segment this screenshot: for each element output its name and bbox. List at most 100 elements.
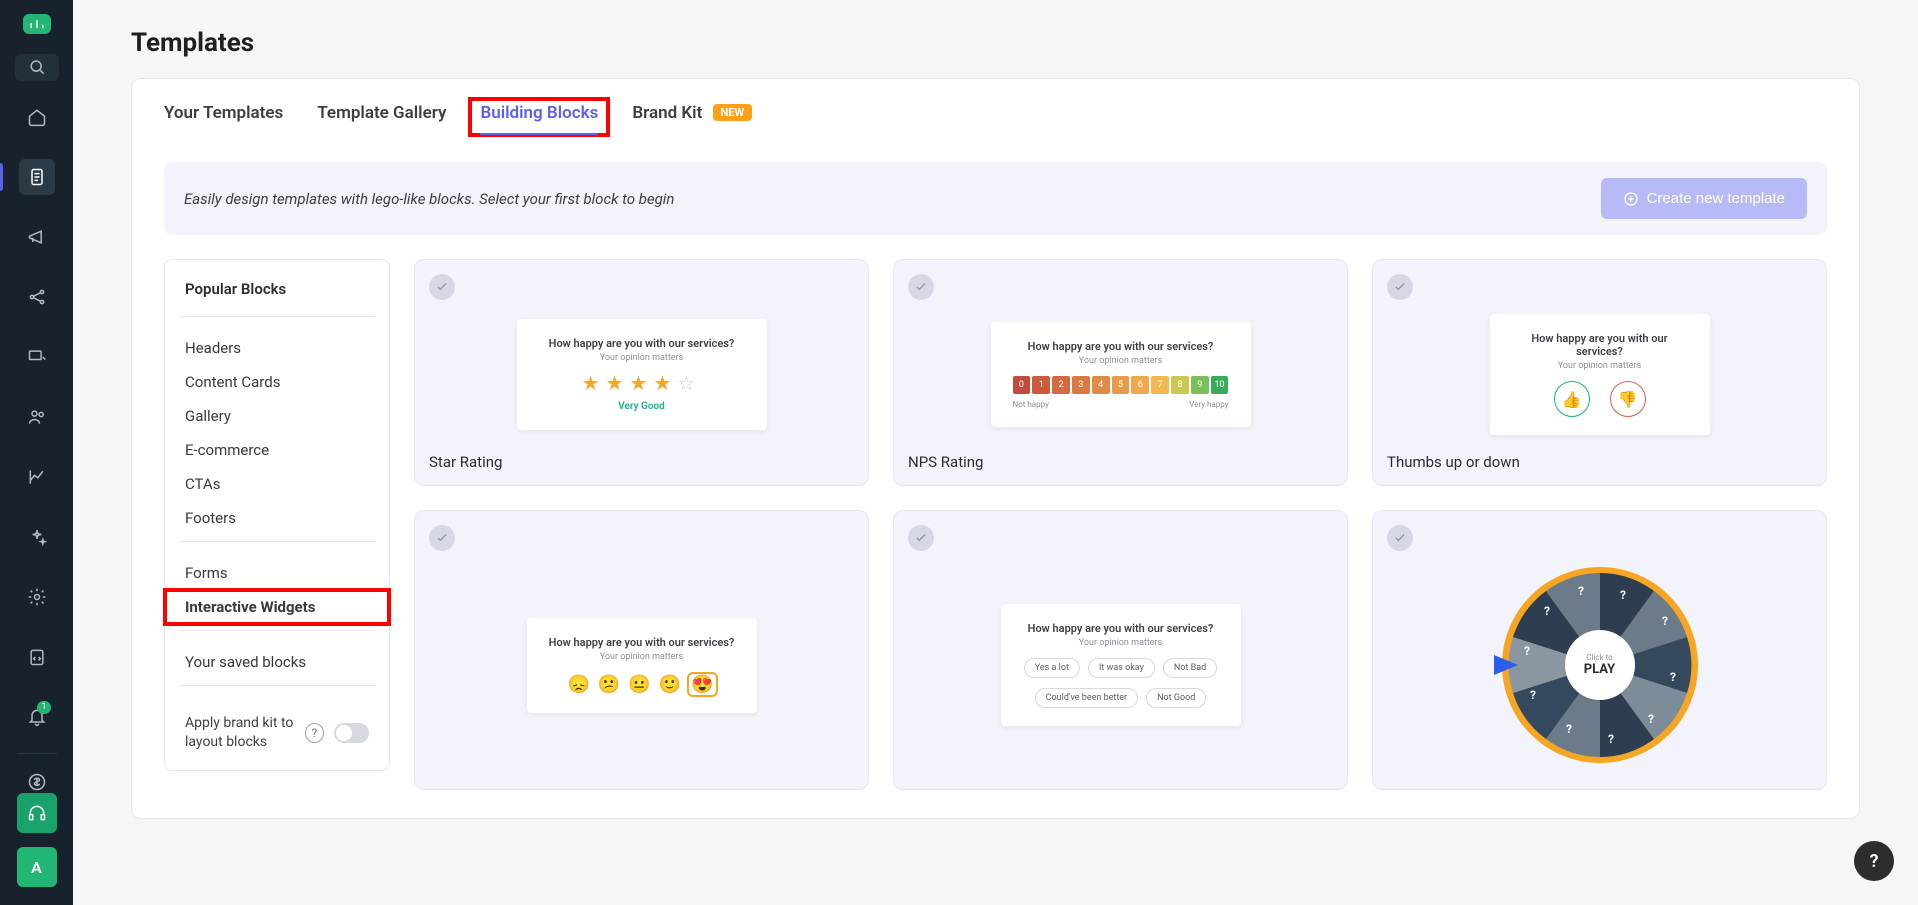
svg-text:?: ?: [1620, 588, 1626, 602]
cat-forms[interactable]: Forms: [165, 556, 389, 590]
nav-devices[interactable]: [19, 339, 55, 375]
block-thumbs[interactable]: How happy are you with our services? You…: [1372, 259, 1827, 486]
svg-text:?: ?: [1670, 670, 1676, 684]
help-fab[interactable]: ?: [1854, 841, 1894, 881]
check-icon: [1393, 531, 1407, 545]
check-icon: [1393, 280, 1407, 294]
divider: [179, 541, 375, 542]
nav-billing[interactable]: [19, 771, 55, 793]
preview-subtitle: Your opinion matters: [1023, 638, 1219, 648]
bars-icon: [27, 14, 47, 34]
nav-analytics[interactable]: [19, 459, 55, 495]
nav-templates[interactable]: [19, 159, 55, 195]
block-spin-wheel[interactable]: ? ? ? ? ? ? ? ? ? ?: [1372, 510, 1827, 790]
svg-text:?: ?: [1662, 614, 1668, 628]
nav-embed[interactable]: [19, 639, 55, 675]
document-icon: [27, 167, 47, 187]
select-indicator[interactable]: [1387, 525, 1413, 551]
block-star-rating[interactable]: How happy are you with our services? You…: [414, 259, 869, 486]
svg-text:?: ?: [1524, 644, 1530, 658]
search-icon: [27, 57, 47, 77]
nav-campaigns[interactable]: [19, 219, 55, 255]
page-title: Templates: [131, 28, 1860, 58]
select-indicator[interactable]: [429, 525, 455, 551]
support-button[interactable]: [17, 793, 57, 833]
chip: Not Good: [1146, 688, 1206, 708]
new-badge: NEW: [713, 104, 753, 121]
tab-your-templates[interactable]: Your Templates: [164, 103, 283, 135]
left-sidebar: 1 A: [0, 0, 73, 905]
star-icons: ★★★★☆: [539, 371, 745, 395]
nav-integrations[interactable]: [19, 279, 55, 315]
nav-notifications[interactable]: 1: [19, 699, 55, 735]
sparkle-icon: [27, 527, 47, 547]
preview-title: How happy are you with our services?: [1013, 340, 1229, 353]
headphones-icon: [27, 803, 47, 823]
brand-kit-toggle-row: Apply brand kit to layout blocks ?: [165, 700, 389, 752]
select-indicator[interactable]: [908, 274, 934, 300]
help-icon[interactable]: ?: [305, 723, 324, 743]
cat-content-cards[interactable]: Content Cards: [165, 365, 389, 399]
chip: Not Bad: [1163, 658, 1217, 678]
users-icon: [27, 407, 47, 427]
app-logo[interactable]: [23, 14, 51, 34]
cat-interactive-widgets[interactable]: Interactive Widgets: [165, 590, 389, 624]
notification-count: 1: [37, 701, 50, 714]
select-indicator[interactable]: [908, 525, 934, 551]
banner-text: Easily design templates with lego-like b…: [184, 190, 674, 208]
block-title: NPS Rating: [908, 453, 1333, 471]
nav-audience[interactable]: [19, 399, 55, 435]
block-preview: How happy are you with our services? You…: [429, 551, 854, 775]
sidebar-nav: 1: [19, 99, 55, 735]
nps-6: 6: [1131, 376, 1149, 394]
tab-brand-kit-label: Brand Kit: [632, 103, 702, 123]
tab-building-blocks[interactable]: Building Blocks: [480, 103, 598, 135]
block-emoji[interactable]: How happy are you with our services? You…: [414, 510, 869, 790]
block-preview: How happy are you with our services? You…: [908, 551, 1333, 775]
preview-title: How happy are you with our services?: [1512, 332, 1688, 358]
cat-headers[interactable]: Headers: [165, 331, 389, 365]
tab-brand-kit[interactable]: Brand Kit NEW: [632, 103, 752, 135]
check-icon: [914, 280, 928, 294]
blocks-grid: How happy are you with our services? You…: [414, 259, 1827, 790]
cat-saved-blocks[interactable]: Your saved blocks: [165, 645, 389, 679]
cat-ecommerce[interactable]: E-commerce: [165, 433, 389, 467]
spin-wheel-graphic: ? ? ? ? ? ? ? ? ? ?: [1500, 565, 1700, 765]
nps-2: 2: [1052, 376, 1070, 394]
cat-footers[interactable]: Footers: [165, 501, 389, 535]
nav-settings[interactable]: [19, 579, 55, 615]
thumb-down-icon: 👎: [1610, 381, 1646, 417]
chart-line-icon: [27, 467, 47, 487]
select-indicator[interactable]: [429, 274, 455, 300]
preview-subtitle: Your opinion matters: [549, 652, 735, 662]
code-clipboard-icon: [27, 647, 47, 667]
nav-home[interactable]: [19, 99, 55, 135]
create-template-label: Create new template: [1647, 190, 1785, 207]
nps-right-label: Very happy: [1189, 400, 1228, 409]
cat-gallery[interactable]: Gallery: [165, 399, 389, 433]
cat-ctas[interactable]: CTAs: [165, 467, 389, 501]
nps-1: 1: [1032, 376, 1050, 394]
block-preview: ? ? ? ? ? ? ? ? ? ?: [1387, 551, 1812, 775]
tab-template-gallery[interactable]: Template Gallery: [317, 103, 446, 135]
svg-text:?: ?: [1544, 604, 1550, 618]
select-indicator[interactable]: [1387, 274, 1413, 300]
search-button[interactable]: [15, 54, 59, 81]
check-icon: [914, 531, 928, 545]
chip: Yes a lot: [1024, 658, 1080, 678]
info-banner: Easily design templates with lego-like b…: [164, 162, 1827, 235]
brand-kit-toggle[interactable]: [334, 723, 369, 743]
nav-automation[interactable]: [19, 519, 55, 555]
block-nps-rating[interactable]: How happy are you with our services? You…: [893, 259, 1348, 486]
tabs-bar: Your Templates Template Gallery Building…: [132, 79, 1859, 146]
plus-circle-icon: [1623, 191, 1639, 207]
user-avatar[interactable]: A: [17, 847, 57, 887]
svg-text:?: ?: [1530, 688, 1536, 702]
wheel-center: Click to PLAY: [1569, 634, 1631, 696]
create-template-button[interactable]: Create new template: [1601, 178, 1807, 219]
monitor-icon: [27, 347, 47, 367]
divider: [179, 685, 375, 686]
block-chips[interactable]: How happy are you with our services? You…: [893, 510, 1348, 790]
sidebar-divider: [17, 753, 57, 754]
svg-text:?: ?: [1648, 712, 1654, 726]
